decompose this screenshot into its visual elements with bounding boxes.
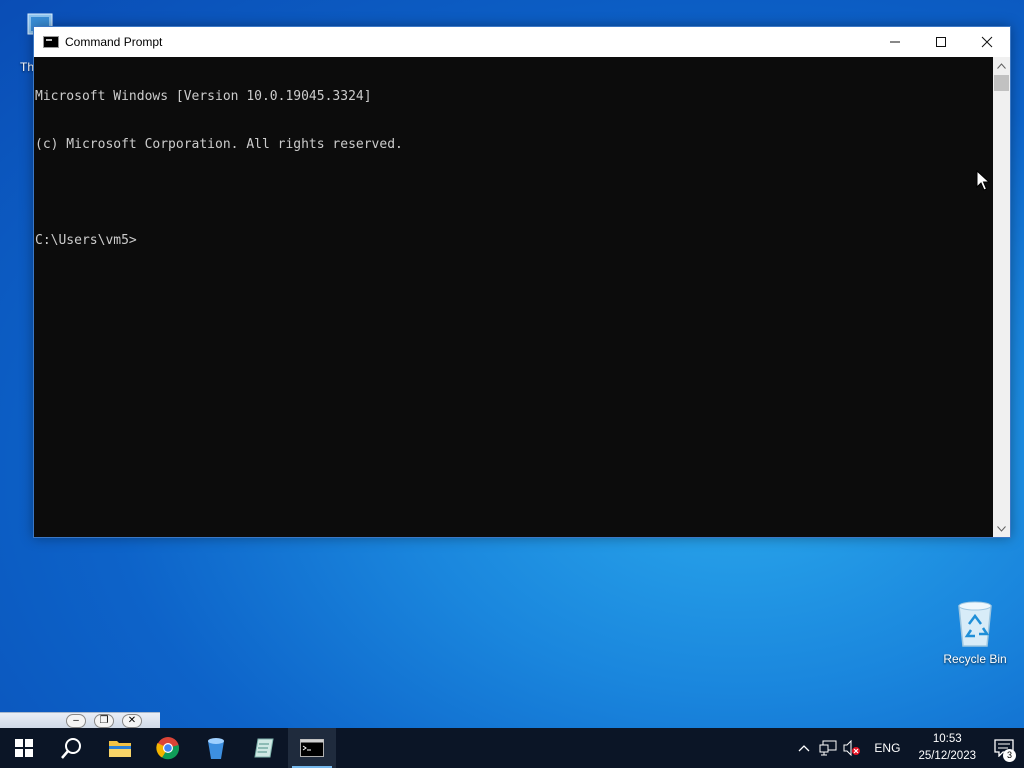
chrome-icon [156, 737, 180, 760]
console-line: (c) Microsoft Corporation. All rights re… [35, 137, 403, 152]
network-icon [819, 740, 837, 756]
chevron-up-icon [997, 62, 1006, 69]
recycle-bin-icon [958, 601, 992, 647]
input-language-indicator[interactable]: ENG [864, 741, 910, 755]
strip-close-button[interactable]: ✕ [122, 714, 142, 728]
desktop-icon-recycle-bin[interactable]: Recycle Bin [938, 598, 1012, 666]
clock-date: 25/12/2023 [918, 750, 976, 762]
strip-minimize-button[interactable]: – [66, 714, 86, 728]
notification-count-badge: 3 [1003, 749, 1016, 762]
console-output[interactable]: Microsoft Windows [Version 10.0.19045.33… [34, 57, 994, 537]
network-button[interactable] [816, 728, 840, 768]
window-controls [872, 27, 1010, 57]
notepad-icon [254, 738, 274, 758]
minimize-button[interactable] [872, 27, 918, 57]
taskbar-app-notepad[interactable] [240, 728, 288, 768]
windows-logo-icon [15, 739, 33, 757]
close-button[interactable] [964, 27, 1010, 57]
desktop-icon-label: Th [20, 60, 35, 74]
action-center-button[interactable]: 3 [984, 728, 1024, 768]
bucket-icon [208, 738, 224, 759]
search-icon [61, 738, 81, 759]
chevron-down-icon [997, 525, 1006, 532]
scrollbar-thumb[interactable] [994, 75, 1009, 91]
system-tray: ENG 10:53 25/12/2023 3 [792, 728, 1024, 768]
volume-muted-icon [843, 740, 861, 756]
maximize-icon [936, 37, 946, 47]
console-line: Microsoft Windows [Version 10.0.19045.33… [35, 89, 372, 104]
start-button[interactable] [0, 728, 48, 768]
vertical-scrollbar[interactable] [993, 57, 1010, 537]
volume-button[interactable] [840, 728, 864, 768]
recycle-bin-label: Recycle Bin [943, 652, 1007, 666]
clock[interactable]: 10:53 25/12/2023 [910, 731, 984, 765]
taskbar-command-prompt[interactable] [288, 728, 336, 768]
scroll-up-button[interactable] [993, 57, 1010, 74]
cmd-app-icon [43, 36, 59, 48]
strip-restore-button[interactable]: ❐ [94, 714, 114, 728]
maximize-button[interactable] [918, 27, 964, 57]
minimized-window-strip[interactable]: – ❐ ✕ [0, 712, 160, 728]
taskbar-app-bucket[interactable] [192, 728, 240, 768]
mouse-cursor-icon [976, 170, 990, 191]
window-title: Command Prompt [65, 35, 163, 49]
title-bar[interactable]: Command Prompt [34, 27, 1010, 57]
taskbar-chrome[interactable] [144, 728, 192, 768]
terminal-icon [300, 739, 324, 757]
show-hidden-icons-button[interactable] [792, 728, 816, 768]
taskbar-file-explorer[interactable] [96, 728, 144, 768]
clock-time: 10:53 [932, 733, 962, 745]
minimize-icon [890, 41, 900, 43]
scroll-down-button[interactable] [993, 520, 1010, 537]
command-prompt-window[interactable]: Command Prompt Microsoft Windows [Versio… [33, 26, 1011, 538]
chevron-up-icon [798, 745, 810, 752]
search-button[interactable] [48, 728, 96, 768]
taskbar: ENG 10:53 25/12/2023 3 [0, 728, 1024, 768]
close-icon [981, 36, 993, 48]
folder-icon [109, 741, 131, 757]
console-prompt: C:\Users\vm5> [35, 233, 137, 248]
